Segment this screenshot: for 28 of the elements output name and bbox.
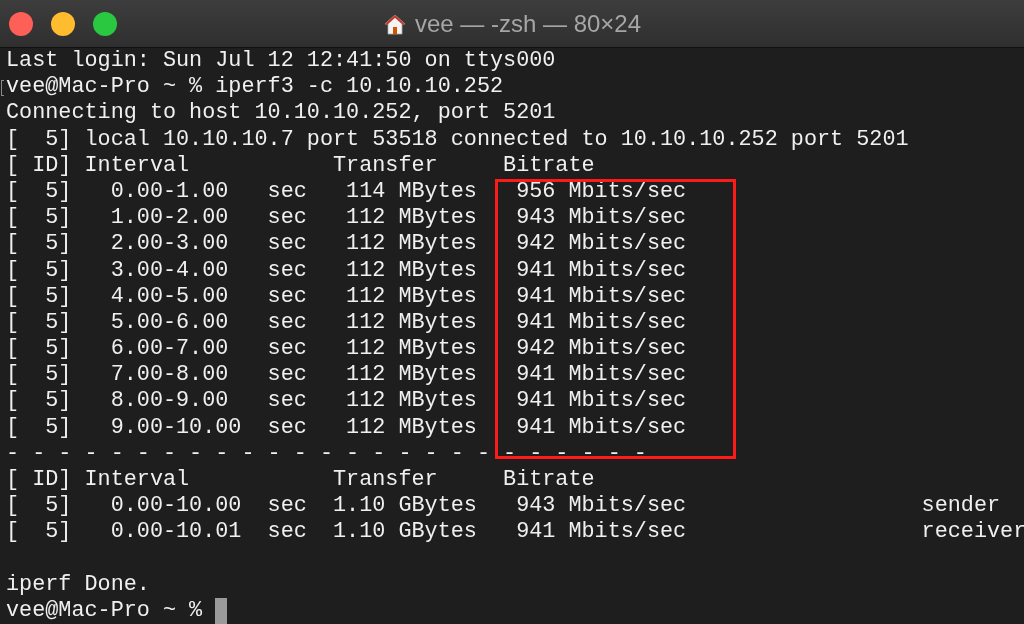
terminal-line: [ ID] Interval Transfer Bitrate: [6, 467, 595, 494]
terminal-line: [ 5] 0.00-1.00 sec 114 MBytes 956 Mbits/sec: [6, 178, 687, 206]
terminal-line: [ 5] 5.00-6.00 sec 112 MBytes 941 Mbits/sec: [6, 309, 687, 337]
terminal-line: [ 5] 1.00-2.00 sec 112 MBytes 943 Mbits/sec: [6, 205, 687, 232]
terminal-line: [ 5] 7.00-8.00 sec 112 MBytes 941 Mbits/sec: [6, 362, 687, 389]
terminal-line: iperf Done.: [6, 571, 150, 598]
terminal-line: [ 5] 6.00-7.00 sec 112 MBytes 942 Mbits/sec: [6, 336, 687, 363]
line-mark-icon: [1, 80, 4, 97]
terminal-line: [ 5] 9.00-10.00 sec 112 MBytes 941 Mbits/sec: [6, 414, 687, 441]
terminal-line: Last login: Sun Jul 12 12:41:50 on ttys000: [6, 48, 556, 75]
terminal-line: [ ID] Interval Transfer Bitrate: [6, 152, 595, 179]
cursor: [215, 598, 228, 624]
terminal-line: - - - - - - - - - - - - - - - - - - - - - - - - -: [6, 440, 647, 467]
terminal-line: [ 5] 2.00-3.00 sec 112 MBytes 942 Mbits/sec: [6, 231, 687, 258]
terminal-line: [ 5] 4.00-5.00 sec 112 MBytes 941 Mbits/sec: [6, 283, 687, 310]
terminal-line: [ 5] 0.00-10.00 sec 1.10 GBytes 943 Mbits/sec sender: [6, 493, 1001, 520]
zoom-button[interactable]: [93, 11, 117, 36]
terminal-line: vee@Mac-Pro ~ % iperf3 -c 10.10.10.252: [6, 74, 504, 101]
terminal-line: [ 5] 0.00-10.01 sec 1.10 GBytes 941 Mbits/sec receiver: [6, 519, 1024, 546]
close-button[interactable]: [9, 11, 33, 36]
terminal-line: [ 5] 3.00-4.00 sec 112 MBytes 941 Mbits/sec: [6, 257, 687, 284]
window-title: vee — -zsh — 80×24: [414, 9, 642, 39]
terminal-line: Connecting to host 10.10.10.252, port 5201: [6, 100, 556, 127]
terminal-line: [ 5] 8.00-9.00 sec 112 MBytes 941 Mbits/sec: [6, 388, 687, 415]
minimize-button[interactable]: [51, 11, 75, 36]
terminal-line: [ 5] local 10.10.10.7 port 53518 connected to 10.10.10.252 port 5201: [6, 126, 909, 153]
house-icon: [382, 12, 407, 36]
terminal-line: vee@Mac-Pro ~ %: [6, 597, 204, 624]
